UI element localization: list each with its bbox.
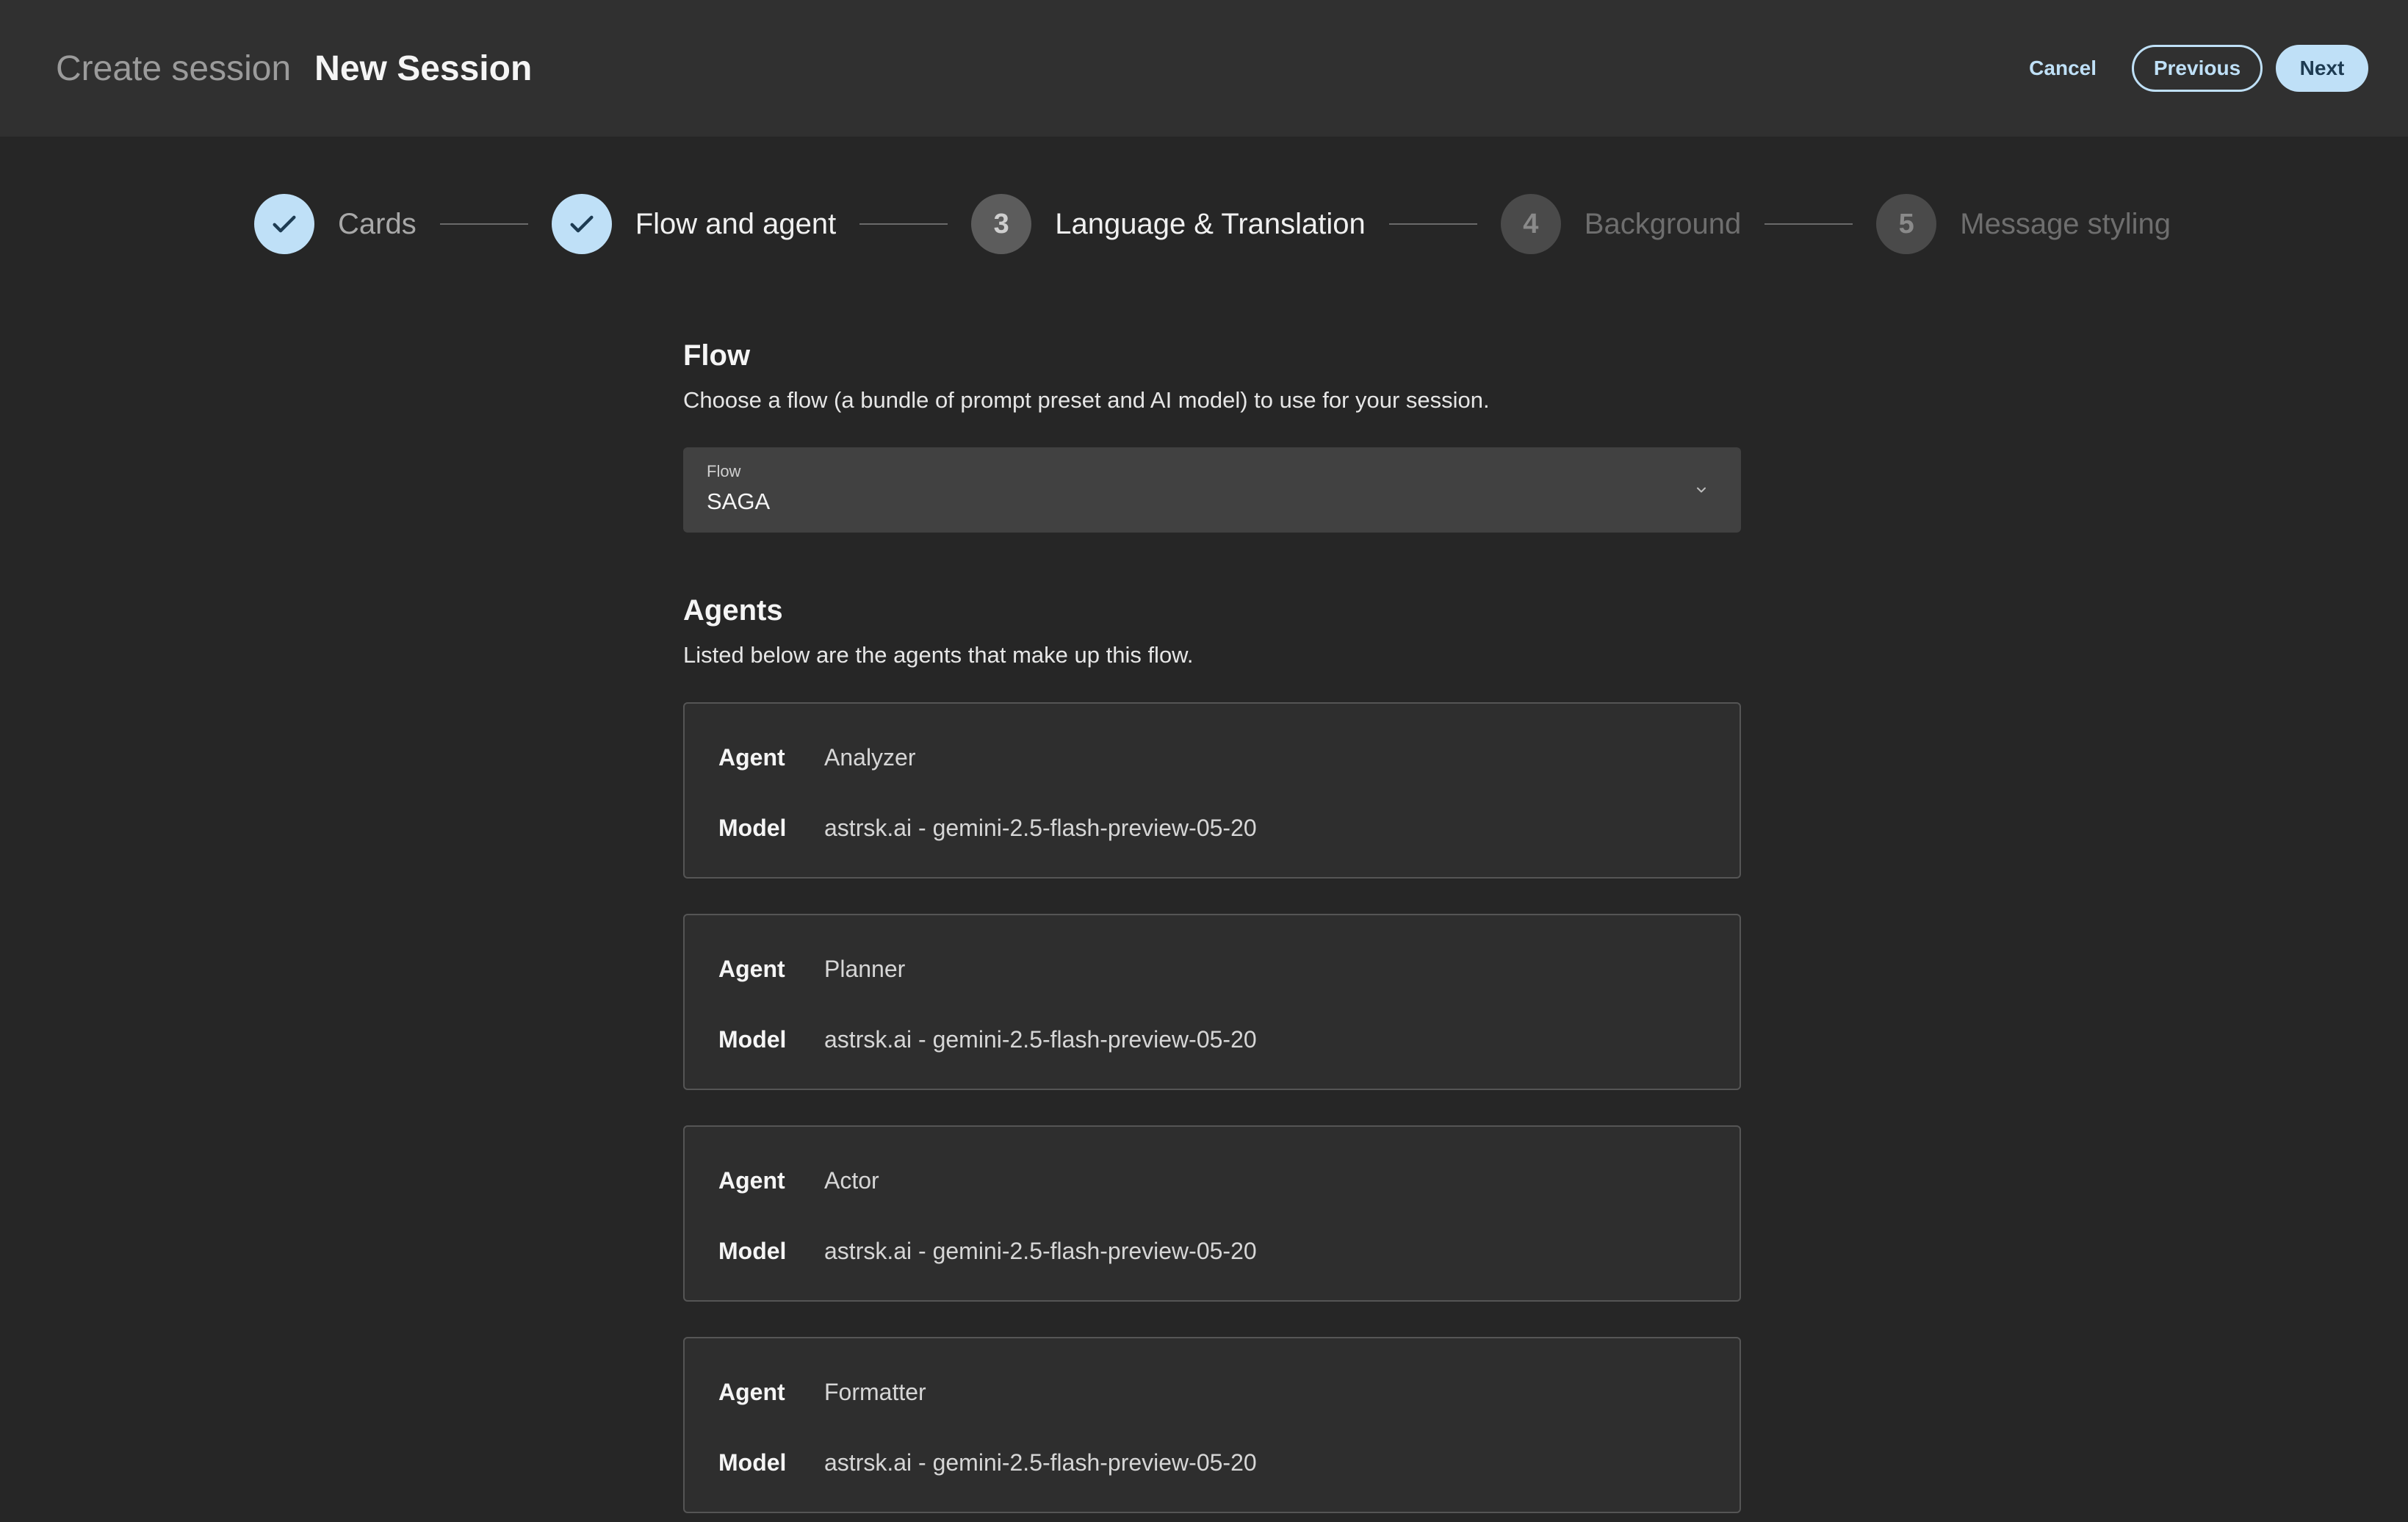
model-name: astrsk.ai - gemini-2.5-flash-preview-05-…: [824, 1449, 1257, 1476]
next-button[interactable]: Next: [2276, 45, 2368, 92]
step-language-translation[interactable]: 3 Language & Translation: [971, 194, 1366, 254]
agent-key: Agent: [718, 1166, 785, 1194]
step-message-styling[interactable]: 5 Message styling: [1876, 194, 2171, 254]
agent-name: Planner: [824, 955, 906, 982]
agent-card: Agent Actor Model astrsk.ai - gemini-2.5…: [683, 1125, 1741, 1302]
agents-section-title: Agents: [683, 594, 783, 627]
model-row: Model astrsk.ai - gemini-2.5-flash-previ…: [718, 1025, 1706, 1053]
step-cards[interactable]: Cards: [254, 194, 417, 254]
agents-section-description: Listed below are the agents that make up…: [683, 642, 1194, 668]
flow-select[interactable]: Flow SAGA: [683, 447, 1741, 533]
step-connector: [439, 223, 528, 225]
page-title: New Session: [314, 48, 533, 88]
title-group: Create session New Session: [56, 48, 532, 89]
model-key: Model: [718, 1449, 787, 1476]
agent-key: Agent: [718, 743, 785, 771]
step-connector: [1764, 223, 1853, 225]
step-label: Background: [1584, 207, 1742, 240]
check-icon: [551, 194, 612, 254]
flow-select-label: Flow: [707, 462, 741, 480]
check-icon: [254, 194, 314, 254]
agent-key: Agent: [718, 955, 785, 982]
step-connector: [1388, 223, 1477, 225]
agent-key: Agent: [718, 1378, 785, 1405]
model-key: Model: [718, 814, 787, 841]
model-row: Model astrsk.ai - gemini-2.5-flash-previ…: [718, 1449, 1706, 1476]
agent-name: Formatter: [824, 1378, 926, 1405]
step-number: 4: [1500, 194, 1561, 254]
breadcrumb: Create session: [56, 48, 292, 88]
step-label: Language & Translation: [1055, 207, 1366, 240]
agent-name: Analyzer: [824, 743, 916, 771]
step-flow-and-agent[interactable]: Flow and agent: [551, 194, 837, 254]
step-connector: [859, 223, 948, 225]
stepper: Cards Flow and agent 3 Language & Transl…: [254, 194, 2171, 254]
agent-row: Agent Analyzer: [718, 743, 1706, 771]
agent-row: Agent Formatter: [718, 1378, 1706, 1406]
previous-button[interactable]: Previous: [2132, 45, 2263, 92]
agent-card: Agent Formatter Model astrsk.ai - gemini…: [683, 1337, 1741, 1513]
agent-row: Agent Actor: [718, 1166, 1706, 1194]
model-name: astrsk.ai - gemini-2.5-flash-preview-05-…: [824, 1237, 1257, 1264]
flow-section-title: Flow: [683, 339, 751, 372]
model-name: astrsk.ai - gemini-2.5-flash-preview-05-…: [824, 1025, 1257, 1053]
model-key: Model: [718, 1237, 787, 1264]
cancel-button[interactable]: Cancel: [2007, 45, 2119, 92]
page-header: Create session New Session Cancel Previo…: [0, 0, 2408, 137]
agent-card: Agent Planner Model astrsk.ai - gemini-2…: [683, 914, 1741, 1090]
agent-row: Agent Planner: [718, 955, 1706, 983]
agent-name: Actor: [824, 1166, 879, 1194]
chevron-down-icon: [1697, 487, 1706, 493]
model-row: Model astrsk.ai - gemini-2.5-flash-previ…: [718, 1237, 1706, 1265]
step-number: 5: [1876, 194, 1937, 254]
step-number: 3: [971, 194, 1032, 254]
flow-section-description: Choose a flow (a bundle of prompt preset…: [683, 387, 1490, 413]
step-label: Cards: [338, 207, 417, 240]
model-key: Model: [718, 1025, 787, 1053]
flow-select-value: SAGA: [707, 488, 771, 514]
step-label: Flow and agent: [635, 207, 837, 240]
step-background[interactable]: 4 Background: [1500, 194, 1742, 254]
agent-card: Agent Analyzer Model astrsk.ai - gemini-…: [683, 702, 1741, 879]
header-actions: Cancel Previous Next: [2007, 45, 2368, 92]
main-content: Flow Choose a flow (a bundle of prompt p…: [683, 339, 1741, 1513]
step-label: Message styling: [1960, 207, 2171, 240]
model-row: Model astrsk.ai - gemini-2.5-flash-previ…: [718, 814, 1706, 842]
model-name: astrsk.ai - gemini-2.5-flash-preview-05-…: [824, 814, 1257, 841]
